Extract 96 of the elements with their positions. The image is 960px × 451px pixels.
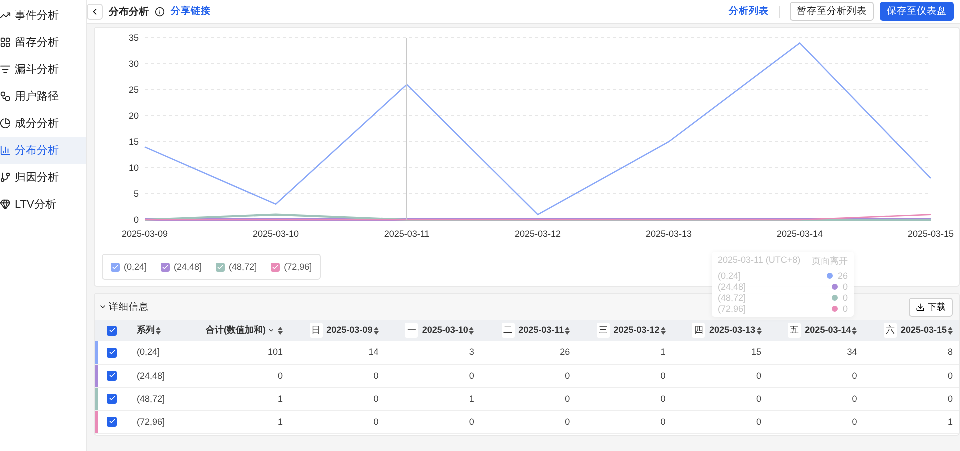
legend-label: (24,48] (174, 262, 202, 272)
value-cell: 0 (768, 364, 864, 387)
value-cell: 0 (672, 364, 768, 387)
sidebar-item[interactable]: 归因分析 (0, 164, 86, 191)
weekday-badge: 五 (788, 323, 802, 338)
value-cell: 0 (576, 410, 672, 433)
value-cell: 0 (384, 410, 480, 433)
sidebar-item[interactable]: 分布分析 (0, 137, 86, 164)
column-header: 2025-03-14 (805, 325, 852, 335)
value-cell: 0 (480, 364, 576, 387)
tooltip-value: 0 (842, 282, 848, 292)
weekday-badge: 六 (884, 323, 897, 338)
y-tick-label: 0 (134, 215, 139, 225)
series-cell: (48,72] (131, 387, 189, 410)
draft-button[interactable]: 暂存至分析列表 (790, 2, 874, 21)
value-cell: 3 (384, 341, 480, 364)
weekday-badge: 四 (692, 323, 706, 338)
weekday-badge: 三 (596, 323, 610, 338)
value-cell: 1 (384, 387, 480, 410)
analysis-list-link[interactable]: 分析列表 (729, 5, 769, 18)
tooltip-value: 0 (842, 292, 848, 302)
tooltip-series: (72,96] (718, 304, 746, 314)
tooltip-series: (0,24] (718, 270, 742, 280)
x-tick-label: 2025-03-15 (908, 229, 954, 239)
sidebar-item[interactable]: LTV分析 (0, 191, 86, 218)
value-cell: 14 (289, 341, 385, 364)
sidebar-item[interactable]: 用户路径 (0, 83, 86, 110)
y-tick-label: 20 (128, 111, 139, 121)
tooltip-metric: 页面离开 (812, 255, 848, 268)
column-header: 合计(数值加和) (206, 325, 266, 335)
value-cell: 34 (768, 341, 864, 364)
value-cell: 8 (863, 341, 959, 364)
x-tick-label: 2025-03-14 (776, 229, 824, 239)
tooltip-title: 2025-03-11 (UTC+8) (718, 255, 801, 267)
details-toggle[interactable]: 详细信息 (99, 300, 149, 314)
value-cell: 15 (672, 341, 768, 364)
value-cell: 1 (863, 410, 959, 433)
value-cell: 0 (863, 364, 959, 387)
column-header: 2025-03-10 (422, 325, 468, 335)
save-button[interactable]: 保存至仪表盘 (880, 2, 954, 21)
page-title: 分布分析 (109, 6, 149, 18)
value-cell: 0 (289, 410, 385, 433)
column-header: 2025-03-15 (900, 325, 947, 335)
y-tick-label: 35 (128, 33, 139, 43)
value-cell: 0 (289, 387, 385, 410)
column-header: 2025-03-11 (518, 325, 564, 335)
value-cell: 0 (576, 364, 672, 387)
value-cell: 0 (672, 387, 768, 410)
x-tick-label: 2025-03-10 (252, 229, 300, 239)
y-tick-label: 10 (128, 163, 139, 173)
y-tick-label: 30 (128, 59, 139, 69)
value-cell: 0 (576, 387, 672, 410)
sidebar-item[interactable]: 留存分析 (0, 29, 86, 56)
total-cell: 1 (189, 387, 289, 410)
value-cell: 0 (384, 364, 480, 387)
y-tick-label: 15 (128, 137, 139, 147)
value-cell: 0 (768, 410, 864, 433)
total-cell: 0 (189, 364, 289, 387)
x-tick-label: 2025-03-13 (646, 229, 692, 239)
series-cell: (0,24] (131, 341, 189, 364)
value-cell: 0 (768, 387, 864, 410)
tooltip-series: (24,48] (718, 282, 746, 292)
y-tick-label: 5 (134, 189, 139, 199)
sidebar-item[interactable]: 成分分析 (0, 110, 86, 137)
weekday-badge: 二 (502, 323, 515, 338)
column-header: 系列 (137, 325, 155, 335)
value-cell: 1 (576, 341, 672, 364)
download-button[interactable]: 下载 (909, 298, 953, 316)
tooltip-series: (48,72] (718, 292, 746, 302)
sidebar-item[interactable]: 漏斗分析 (0, 56, 86, 83)
y-tick-label: 25 (128, 85, 139, 95)
value-cell: 0 (672, 410, 768, 433)
total-cell: 1 (189, 410, 289, 433)
x-tick-label: 2025-03-11 (384, 229, 430, 239)
value-cell: 0 (480, 410, 576, 433)
value-cell: 26 (480, 341, 576, 364)
x-tick-label: 2025-03-09 (122, 229, 168, 239)
legend-label: (0,24] (124, 262, 148, 272)
column-header: 2025-03-09 (326, 325, 373, 335)
sidebar-item[interactable]: 事件分析 (0, 2, 86, 29)
tooltip-value: 26 (838, 270, 848, 280)
legend-label: (72,96] (284, 262, 312, 272)
weekday-badge: 一 (405, 323, 418, 338)
series-cell: (72,96] (131, 410, 189, 433)
value-cell: 0 (289, 364, 385, 387)
x-tick-label: 2025-03-12 (514, 229, 562, 239)
weekday-badge: 日 (310, 323, 323, 338)
value-cell: 0 (480, 387, 576, 410)
tooltip-value: 0 (842, 304, 848, 314)
legend-label: (48,72] (229, 262, 258, 272)
total-cell: 101 (189, 341, 289, 364)
series-cell: (24,48] (131, 364, 189, 387)
column-header: 2025-03-13 (709, 325, 756, 335)
column-header: 2025-03-12 (614, 325, 660, 335)
share-link[interactable]: 分享链接 (171, 5, 211, 18)
value-cell: 0 (863, 387, 959, 410)
